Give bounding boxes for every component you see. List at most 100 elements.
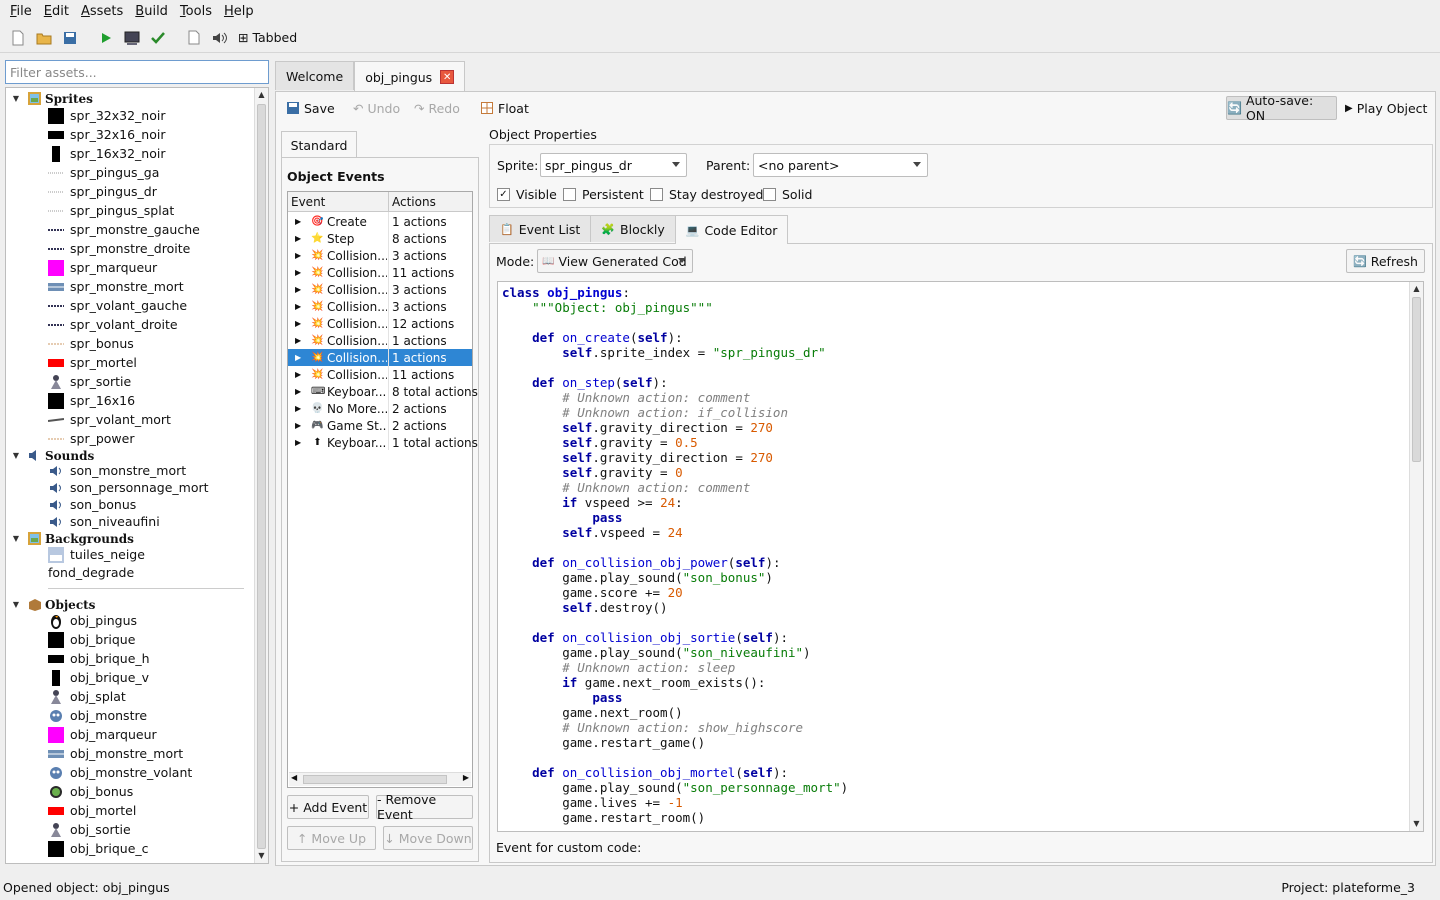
events-table[interactable]: Event Actions ▶ 🎯 Create 1 actions ▶ ⭐ Step 8 a…: [287, 191, 478, 788]
tree-item[interactable]: obj_brique_c: [48, 839, 149, 858]
tree-item[interactable]: obj_mortel: [48, 801, 136, 820]
document-icon[interactable]: [182, 26, 206, 50]
tree-item[interactable]: spr_bonus: [48, 334, 134, 353]
event-row[interactable]: ▶ ⌨ Keyboar... 8 total actions: [288, 383, 478, 400]
tree-item[interactable]: spr_marqueur: [48, 258, 157, 277]
menu-tools[interactable]: Tools: [174, 4, 218, 19]
tree-item[interactable]: spr_pingus_ga: [48, 163, 159, 182]
expand-arrow-icon[interactable]: ▶: [295, 336, 301, 345]
expand-arrow-icon[interactable]: ▶: [295, 285, 301, 294]
tree-item[interactable]: obj_monstre_mort: [48, 744, 183, 763]
expand-arrow-icon[interactable]: ▶: [295, 370, 301, 379]
expand-arrow-icon[interactable]: ▼: [10, 600, 22, 609]
tree-item[interactable]: obj_brique_h: [48, 649, 150, 668]
new-file-icon[interactable]: [6, 26, 30, 50]
code-text-area[interactable]: class obj_pingus: """Object: obj_pingus"…: [497, 281, 1424, 832]
menu-assets[interactable]: Assets: [75, 4, 129, 19]
autosave-toggle-button[interactable]: 🔄 Auto-save: ON: [1226, 93, 1337, 123]
event-row[interactable]: ▶ 💥 Collision... 3 actions: [288, 247, 472, 264]
code-scrollbar[interactable]: ▲ ▼: [1409, 282, 1423, 831]
run-play-icon[interactable]: [94, 26, 118, 50]
sprite-select[interactable]: spr_pingus_dr: [540, 153, 687, 177]
scroll-down-arrow-icon[interactable]: ▼: [1410, 817, 1423, 831]
tree-scrollbar[interactable]: ▲ ▼: [254, 88, 268, 863]
tab-blockly[interactable]: 🧩 Blockly: [590, 215, 676, 242]
tree-item[interactable]: spr_pingus_splat: [48, 201, 174, 220]
tree-item[interactable]: spr_sortie: [48, 372, 131, 391]
remove-event-button[interactable]: - Remove Event: [376, 792, 473, 822]
expand-arrow-icon[interactable]: ▶: [295, 234, 301, 243]
save-button[interactable]: Save: [287, 97, 335, 119]
expand-arrow-icon[interactable]: ▶: [295, 268, 301, 277]
event-row[interactable]: ▶ 💥 Collision... 1 actions: [288, 349, 472, 366]
float-button[interactable]: Float: [481, 97, 529, 119]
scroll-down-arrow-icon[interactable]: ▼: [255, 849, 268, 863]
check-icon[interactable]: [146, 26, 170, 50]
move-up-button[interactable]: ↑ Move Up: [287, 826, 376, 850]
event-row[interactable]: ▶ 💀 No More... 2 actions: [288, 400, 472, 417]
stay-destroyed-checkbox[interactable]: Stay destroyed: [650, 187, 763, 202]
build-monitor-icon[interactable]: [120, 26, 144, 50]
move-down-button[interactable]: ↓ Move Down: [383, 826, 473, 850]
tree-item[interactable]: obj_brique: [48, 630, 135, 649]
tree-item[interactable]: obj_bonus: [48, 782, 133, 801]
event-row[interactable]: ▶ 💥 Collision... 12 actions: [288, 315, 472, 332]
events-scroll-thumb[interactable]: [303, 775, 447, 784]
events-horizontal-scrollbar[interactable]: ◀ ▶: [289, 772, 471, 786]
tree-item[interactable]: obj_monstre: [48, 706, 147, 725]
close-tab-icon[interactable]: ✕: [440, 70, 455, 84]
expand-arrow-icon[interactable]: ▼: [10, 451, 22, 460]
event-row[interactable]: ▶ 💥 Collision... 3 actions: [288, 298, 472, 315]
expand-arrow-icon[interactable]: ▶: [295, 438, 301, 447]
tabbed-toggle[interactable]: ⊞ Tabbed: [238, 30, 297, 45]
tree-item[interactable]: spr_monstre_mort: [48, 277, 184, 296]
menu-build[interactable]: Build: [129, 4, 174, 19]
tree-item[interactable]: spr_32x16_noir: [48, 125, 165, 144]
event-row[interactable]: ▶ 🎯 Create 1 actions: [288, 213, 472, 230]
asset-filter-input[interactable]: [5, 60, 269, 84]
menu-edit[interactable]: Edit: [38, 4, 75, 19]
save-disk-icon[interactable]: [58, 26, 82, 50]
visible-checkbox[interactable]: ✓ Visible: [497, 187, 557, 202]
refresh-button[interactable]: 🔄 Refresh: [1346, 249, 1425, 273]
scroll-up-arrow-icon[interactable]: ▲: [1410, 282, 1423, 296]
tree-item[interactable]: obj_marqueur: [48, 725, 157, 744]
tree-item[interactable]: spr_volant_gauche: [48, 296, 187, 315]
tree-item[interactable]: spr_pingus_dr: [48, 182, 157, 201]
tree-item[interactable]: obj_monstre_volant: [48, 763, 192, 782]
scroll-up-arrow-icon[interactable]: ▲: [255, 88, 268, 102]
tab-event-list[interactable]: 📋 Event List: [489, 215, 592, 242]
event-row[interactable]: ▶ 💥 Collision... 3 actions: [288, 281, 472, 298]
undo-button[interactable]: ↶ Undo: [353, 97, 400, 119]
tree-item[interactable]: obj_pingus: [48, 611, 137, 630]
persistent-checkbox[interactable]: Persistent: [563, 187, 644, 202]
play-object-button[interactable]: ▶ Play Object: [1345, 97, 1427, 119]
expand-arrow-icon[interactable]: ▶: [295, 421, 301, 430]
tree-item[interactable]: spr_volant_droite: [48, 315, 178, 334]
tree-item[interactable]: spr_mortel: [48, 353, 137, 372]
expand-arrow-icon[interactable]: ▶: [295, 302, 301, 311]
tab-obj-pingus[interactable]: obj_pingus ✕: [354, 61, 466, 92]
tab-welcome[interactable]: Welcome: [275, 61, 355, 90]
event-row[interactable]: ▶ 💥 Collision... 11 actions: [288, 366, 472, 383]
tree-item[interactable]: spr_32x32_noir: [48, 106, 165, 125]
add-event-button[interactable]: + Add Event: [287, 795, 369, 819]
col-event-header[interactable]: Event: [291, 195, 325, 209]
code-scroll-thumb[interactable]: [1412, 297, 1421, 462]
tree-item[interactable]: obj_splat: [48, 687, 126, 706]
expand-arrow-icon[interactable]: ▶: [295, 319, 301, 328]
menu-help[interactable]: Help: [218, 4, 260, 19]
event-row[interactable]: ▶ ⬆ Keyboar... 1 total actions: [288, 434, 478, 451]
tree-item[interactable]: spr_monstre_droite: [48, 239, 190, 258]
event-row[interactable]: ▶ 💥 Collision... 1 actions: [288, 332, 472, 349]
expand-arrow-icon[interactable]: ▶: [295, 251, 301, 260]
expand-arrow-icon[interactable]: ▶: [295, 353, 301, 362]
tree-item[interactable]: obj_sortie: [48, 820, 131, 839]
tree-item[interactable]: obj_brique_v: [48, 668, 149, 687]
menu-file[interactable]: File: [4, 4, 38, 19]
event-row[interactable]: ▶ 🎮 Game St... 2 actions: [288, 417, 472, 434]
tree-item[interactable]: spr_monstre_gauche: [48, 220, 200, 239]
expand-arrow-icon[interactable]: ▶: [295, 404, 301, 413]
tree-item[interactable]: spr_volant_mort: [48, 410, 171, 429]
tree-item[interactable]: spr_16x32_noir: [48, 144, 165, 163]
